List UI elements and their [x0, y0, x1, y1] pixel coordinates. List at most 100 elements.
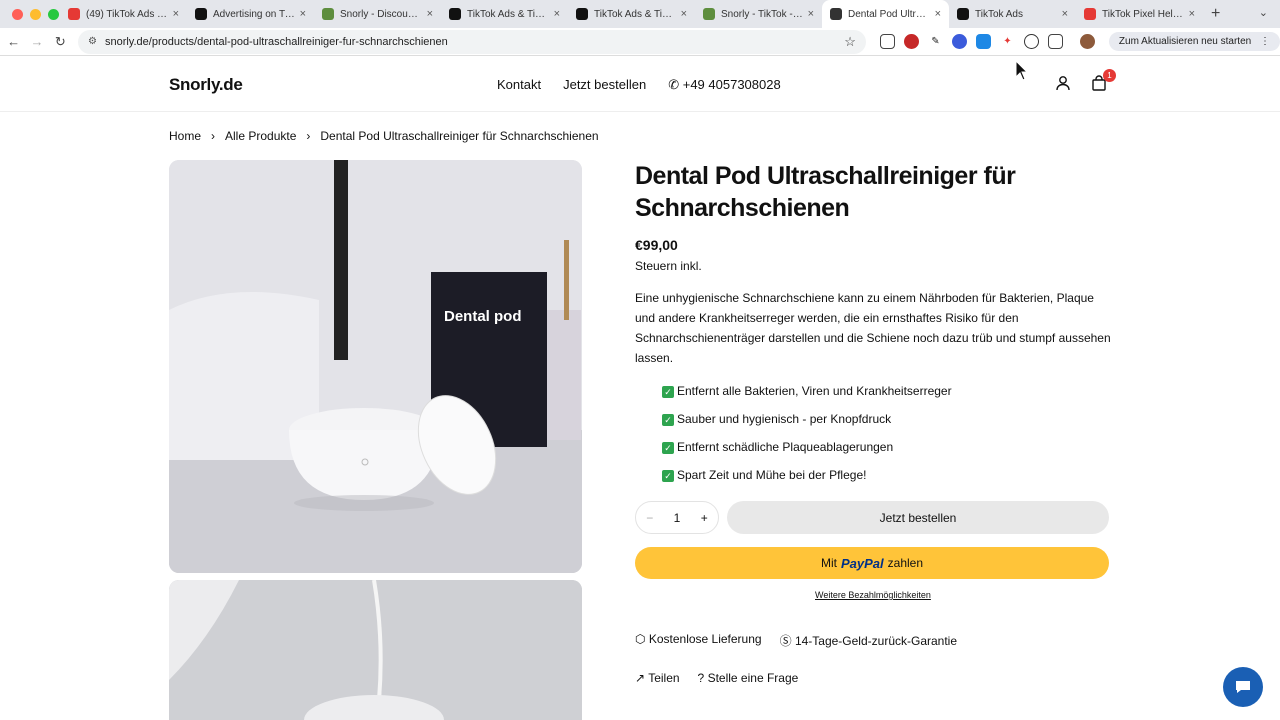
- account-icon[interactable]: [1055, 75, 1071, 91]
- close-tab-icon[interactable]: ×: [1189, 8, 1195, 20]
- browser-tab[interactable]: Snorly - TikTok - Shop ×: [695, 0, 822, 28]
- screenshot-extension-icon[interactable]: [879, 34, 895, 49]
- bookmark-star-icon[interactable]: ☆: [844, 34, 856, 50]
- chat-widget-button[interactable]: [1223, 667, 1263, 707]
- tab-search-chevron-icon[interactable]: ⌄: [1259, 6, 1268, 19]
- tab-title: TikTok Ads & TikTok: [594, 8, 677, 20]
- perk-text: 14-Tage-Geld-zurück-Garantie: [794, 634, 958, 648]
- url-text: snorly.de/products/dental-pod-ultraschal…: [104, 35, 448, 48]
- pen-extension-icon[interactable]: ✎: [928, 34, 943, 49]
- shopify-icon: [322, 8, 334, 20]
- ask-question-button[interactable]: ? Stelle eine Frage: [698, 671, 799, 685]
- money-icon: Ⓢ: [779, 634, 792, 648]
- close-window-button[interactable]: [12, 8, 23, 20]
- product-photo-secondary: [169, 580, 582, 720]
- perk-money-back: Ⓢ 14-Tage-Geld-zurück-Garantie: [780, 632, 957, 649]
- box-brand-label: Dental pod: [444, 308, 522, 325]
- nav-jetzt-bestellen[interactable]: Jetzt bestellen: [563, 77, 646, 93]
- phone-icon: ✆: [668, 77, 680, 92]
- close-tab-icon[interactable]: ×: [681, 8, 687, 20]
- new-tab-icon[interactable]: +: [1211, 5, 1220, 23]
- share-button[interactable]: ↗ Teilen: [635, 671, 680, 685]
- update-restart-button[interactable]: Zum Aktualisieren neu starten ⋮: [1108, 32, 1280, 51]
- tab-title: TikTok Pixel Helper -: [1102, 8, 1185, 20]
- quantity-value[interactable]: 1: [674, 511, 681, 525]
- chevron-right-icon: ›: [211, 129, 216, 143]
- browser-tab[interactable]: TikTok Ads & TikTok ×: [441, 0, 568, 28]
- header-icons: 1: [1055, 69, 1116, 91]
- browser-tab[interactable]: TikTok Pixel Helper - ×: [1076, 0, 1203, 28]
- translate-extension-icon[interactable]: [975, 34, 991, 49]
- box-icon: ⬡: [635, 632, 646, 646]
- product-title: Dental Pod Ultraschallreiniger für Schna…: [635, 162, 1016, 222]
- order-button[interactable]: Jetzt bestellen: [727, 501, 1109, 534]
- puzzle-extensions-icon[interactable]: [1047, 34, 1063, 49]
- site-logo[interactable]: Snorly.de: [169, 75, 243, 95]
- nav-kontakt[interactable]: Kontakt: [497, 77, 541, 93]
- window-controls: [0, 8, 60, 20]
- decrease-quantity-button[interactable]: −: [646, 511, 653, 525]
- product-image-main[interactable]: Dental pod: [169, 160, 582, 573]
- feature-text: Sauber und hygienisch - per Knopfdruck: [677, 412, 892, 426]
- close-tab-icon[interactable]: ×: [808, 8, 814, 20]
- onepassword-extension-icon[interactable]: [951, 34, 967, 49]
- kebab-menu-icon[interactable]: ⋮: [1260, 36, 1270, 47]
- paypal-brand: PayPal: [840, 555, 884, 571]
- close-tab-icon[interactable]: ×: [1062, 8, 1068, 20]
- close-tab-icon[interactable]: ×: [554, 8, 560, 20]
- reload-icon[interactable]: ↻: [49, 34, 72, 50]
- close-tab-icon[interactable]: ×: [173, 8, 179, 20]
- back-arrow-icon[interactable]: ←: [2, 34, 25, 49]
- browser-tab[interactable]: TikTok Ads ×: [949, 0, 1076, 28]
- product-image-secondary[interactable]: [169, 580, 582, 720]
- product-description: Eine unhygienische Schnarchschiene kann …: [635, 291, 1111, 365]
- breadcrumb: Home › Alle Produkte › Dental Pod Ultras…: [169, 129, 599, 143]
- maximize-window-button[interactable]: [48, 8, 59, 20]
- tab-list: (49) TikTok Ads Tuto×Advertising on TikT…: [60, 0, 1203, 28]
- share-icon: ↗: [635, 671, 646, 685]
- nav-phone[interactable]: ✆ +49 4057308028: [668, 77, 781, 93]
- browser-tab[interactable]: Advertising on TikTok ×: [187, 0, 314, 28]
- close-tab-icon[interactable]: ×: [427, 8, 433, 20]
- adblock-extension-icon[interactable]: [903, 34, 919, 49]
- close-tab-icon[interactable]: ×: [300, 8, 306, 20]
- browser-tab[interactable]: TikTok Ads & TikTok ×: [568, 0, 695, 28]
- chevron-right-icon: ›: [306, 129, 311, 143]
- question-icon: ?: [697, 671, 705, 685]
- feature-list: ✓ Entfernt alle Bakterien, Viren und Kran…: [662, 377, 952, 489]
- cart-count-badge: 1: [1103, 69, 1116, 82]
- chat-bubble-icon: [1236, 681, 1250, 693]
- update-restart-label: Zum Aktualisieren neu starten: [1118, 36, 1252, 47]
- ask-label: Stelle eine Frage: [707, 671, 799, 685]
- browser-tab[interactable]: (49) TikTok Ads Tuto ×: [60, 0, 187, 28]
- minimize-window-button[interactable]: [30, 8, 41, 20]
- more-payment-options-link[interactable]: Weitere Bezahlmöglichkeiten: [815, 590, 931, 600]
- tiktok-icon: [576, 8, 588, 20]
- site-info-icon[interactable]: ⚙: [88, 36, 97, 47]
- tiktok-extension-icon[interactable]: [1023, 34, 1039, 49]
- youtube-icon: [68, 8, 80, 20]
- profile-avatar[interactable]: [1079, 34, 1095, 49]
- browser-tab[interactable]: Dental Pod Ultraschal ×: [822, 0, 949, 28]
- breadcrumb-all-products[interactable]: Alle Produkte: [225, 129, 296, 143]
- feature-item: ✓ Sauber und hygienisch - per Knopfdruck: [662, 405, 952, 433]
- paypal-logo: PayPal: [841, 556, 884, 571]
- main-nav: Kontakt Jetzt bestellen ✆ +49 4057308028: [497, 77, 781, 93]
- pixel-helper-extension-icon[interactable]: ✦: [1000, 34, 1015, 49]
- forward-arrow-icon[interactable]: →: [25, 34, 48, 49]
- feature-item: ✓ Entfernt alle Bakterien, Viren und Kran…: [662, 377, 952, 405]
- feature-item: ✓ Entfernt schädliche Plaqueablagerungen: [662, 433, 952, 461]
- increase-quantity-button[interactable]: +: [701, 511, 708, 525]
- breadcrumb-home[interactable]: Home: [169, 129, 201, 143]
- tiktok-icon: [195, 8, 207, 20]
- browser-tab[interactable]: Snorly - Discounts - S ×: [314, 0, 441, 28]
- extensions-bar: ✎ ✦: [879, 34, 1095, 49]
- feature-text: Entfernt schädliche Plaqueablagerungen: [677, 440, 894, 454]
- paypal-suffix: zahlen: [887, 556, 924, 570]
- perk-text: Kostenlose Lieferung: [648, 632, 762, 646]
- address-bar[interactable]: ⚙ snorly.de/products/dental-pod-ultrasch…: [77, 29, 866, 54]
- tax-note: Steuern inkl.: [635, 259, 702, 273]
- perk-free-shipping: ⬡ Kostenlose Lieferung: [635, 632, 762, 649]
- paypal-button[interactable]: Mit PayPal zahlen: [635, 547, 1109, 579]
- close-tab-icon[interactable]: ×: [935, 8, 941, 20]
